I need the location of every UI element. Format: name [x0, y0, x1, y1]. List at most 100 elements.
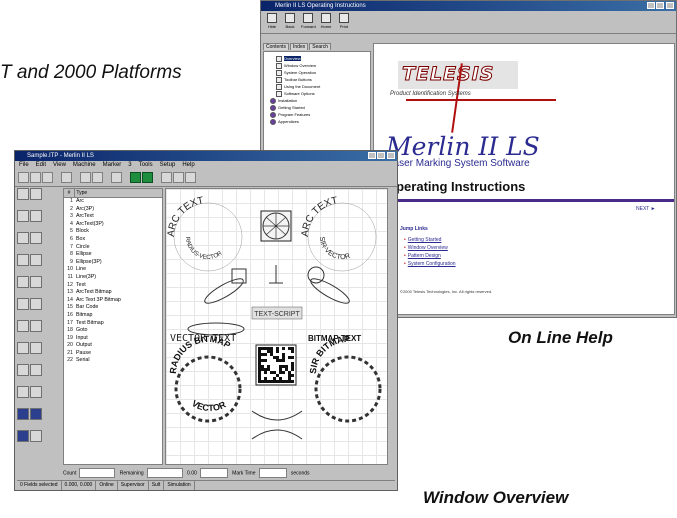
- tree-item[interactable]: Toolbar Buttons: [276, 77, 312, 83]
- align-button[interactable]: [111, 172, 122, 183]
- tree-item[interactable]: Program Features: [270, 112, 310, 118]
- tree-item[interactable]: System Operation: [276, 70, 316, 76]
- list-item[interactable]: 16 Bitmap: [64, 312, 162, 320]
- list-item[interactable]: 17 Text Bitmap: [64, 320, 162, 328]
- save-button[interactable]: [42, 172, 53, 183]
- tab-index[interactable]: Index: [290, 43, 309, 50]
- drawing-tool-button[interactable]: [30, 430, 42, 442]
- print-button[interactable]: Print: [337, 13, 351, 31]
- menu-item[interactable]: Edit: [36, 162, 46, 168]
- rotate-tool-button[interactable]: [30, 342, 42, 354]
- menu-item[interactable]: Help: [182, 162, 194, 168]
- tree-item[interactable]: Window Overview: [276, 63, 316, 69]
- drawing-tool-button[interactable]: [30, 386, 42, 398]
- list-item[interactable]: 22 Serial: [64, 357, 162, 365]
- color-tool-button[interactable]: [30, 364, 42, 376]
- nav-link[interactable]: Pattern Design: [404, 253, 441, 259]
- list-item[interactable]: 21 Pause: [64, 350, 162, 358]
- mark-time-field[interactable]: [258, 468, 287, 478]
- home-button[interactable]: Home: [319, 13, 333, 31]
- drawing-tool-button[interactable]: [30, 408, 42, 420]
- tab-search[interactable]: Search: [309, 43, 332, 50]
- maximize-button[interactable]: [377, 152, 385, 159]
- menu-item[interactable]: Tools: [139, 162, 153, 168]
- list-item[interactable]: 10 Line: [64, 266, 162, 274]
- menu-item[interactable]: Marker: [103, 162, 122, 168]
- minimize-button[interactable]: [647, 2, 655, 9]
- pattern-canvas[interactable]: ARC TEXT RADIUS-VECTOR ARC TEXT SIR-VECT…: [165, 188, 388, 465]
- box-tool-button[interactable]: [17, 232, 29, 244]
- input-tool-button[interactable]: [17, 298, 29, 310]
- line-tool-button[interactable]: [30, 188, 42, 200]
- arc-tool-button[interactable]: [17, 210, 29, 222]
- value-field[interactable]: [199, 468, 228, 478]
- close-button[interactable]: [666, 2, 674, 9]
- new-file-button[interactable]: [18, 172, 29, 183]
- count-field[interactable]: [79, 468, 116, 478]
- font-tool-button[interactable]: [17, 386, 29, 398]
- list-item[interactable]: 18 Goto: [64, 327, 162, 335]
- minimize-button[interactable]: [368, 152, 376, 159]
- nav-link[interactable]: System Configuration: [404, 261, 456, 267]
- tab-contents[interactable]: Contents: [263, 43, 290, 50]
- close-button[interactable]: [387, 152, 395, 159]
- print-button[interactable]: [61, 172, 72, 183]
- back-button[interactable]: Back: [283, 13, 297, 31]
- block-tool-button[interactable]: [30, 254, 42, 266]
- drawing-tool-button[interactable]: [17, 408, 29, 420]
- tree-item[interactable]: Installation: [270, 98, 297, 104]
- bitmap-tool-button[interactable]: [30, 276, 42, 288]
- list-item[interactable]: 6 Box: [64, 236, 162, 244]
- nav-link[interactable]: Window Overview: [404, 245, 448, 251]
- grid-tool-button[interactable]: [17, 364, 29, 376]
- list-item[interactable]: 11 Line(3P): [64, 274, 162, 282]
- serial-tool-button[interactable]: [17, 342, 29, 354]
- output-tool-button[interactable]: [30, 298, 42, 310]
- copy-button[interactable]: [92, 172, 103, 183]
- list-item[interactable]: 4 ArcText(3P): [64, 221, 162, 229]
- list-item[interactable]: 19 Input: [64, 335, 162, 343]
- list-item[interactable]: 3 ArcText: [64, 213, 162, 221]
- nav-link[interactable]: Getting Started: [404, 237, 442, 243]
- next-link[interactable]: NEXT ►: [636, 206, 656, 212]
- pause-tool-button[interactable]: [17, 320, 29, 332]
- list-item[interactable]: 14 Arc Text 3P Bitmap: [64, 297, 162, 305]
- menu-item[interactable]: Machine: [73, 162, 96, 168]
- barcode-tool-button[interactable]: [17, 276, 29, 288]
- mark-start-button[interactable]: [130, 172, 141, 183]
- text-tool-button[interactable]: [30, 210, 42, 222]
- ellipse-tool-button[interactable]: [17, 254, 29, 266]
- list-item[interactable]: 13 ArcText Bitmap: [64, 289, 162, 297]
- mark-stop-button[interactable]: [142, 172, 153, 183]
- list-item[interactable]: 2 Arc(3P): [64, 206, 162, 214]
- open-file-button[interactable]: [30, 172, 41, 183]
- menu-item[interactable]: File: [19, 162, 29, 168]
- zoom-out-button[interactable]: [173, 172, 184, 183]
- list-item[interactable]: 9 Ellipse(3P): [64, 259, 162, 267]
- zoom-in-button[interactable]: [161, 172, 172, 183]
- menu-item[interactable]: 3: [128, 162, 131, 168]
- tree-item[interactable]: Using the Document: [276, 84, 320, 90]
- remaining-field[interactable]: [146, 468, 183, 478]
- list-item[interactable]: 20 Output: [64, 342, 162, 350]
- tree-item[interactable]: Appendices: [270, 119, 299, 125]
- hide-button[interactable]: Hide: [265, 13, 279, 31]
- tree-item[interactable]: Software Options: [276, 91, 315, 97]
- pointer-tool-button[interactable]: [17, 188, 29, 200]
- tree-item[interactable]: Overview: [276, 56, 301, 62]
- tree-item[interactable]: Getting Started: [270, 105, 305, 111]
- menu-item[interactable]: View: [53, 162, 66, 168]
- forward-button[interactable]: Forward: [301, 13, 316, 31]
- goto-tool-button[interactable]: [30, 320, 42, 332]
- list-item[interactable]: 8 Ellipse: [64, 251, 162, 259]
- menu-item[interactable]: Setup: [160, 162, 176, 168]
- list-item[interactable]: 5 Block: [64, 228, 162, 236]
- list-item[interactable]: 1 Arc: [64, 198, 162, 206]
- list-item[interactable]: 15 Bar Code: [64, 304, 162, 312]
- maximize-button[interactable]: [656, 2, 664, 9]
- circle-tool-button[interactable]: [30, 232, 42, 244]
- cut-button[interactable]: [80, 172, 91, 183]
- list-item[interactable]: 12 Text: [64, 282, 162, 290]
- drawing-tool-button[interactable]: [17, 430, 29, 442]
- list-item[interactable]: 7 Circle: [64, 244, 162, 252]
